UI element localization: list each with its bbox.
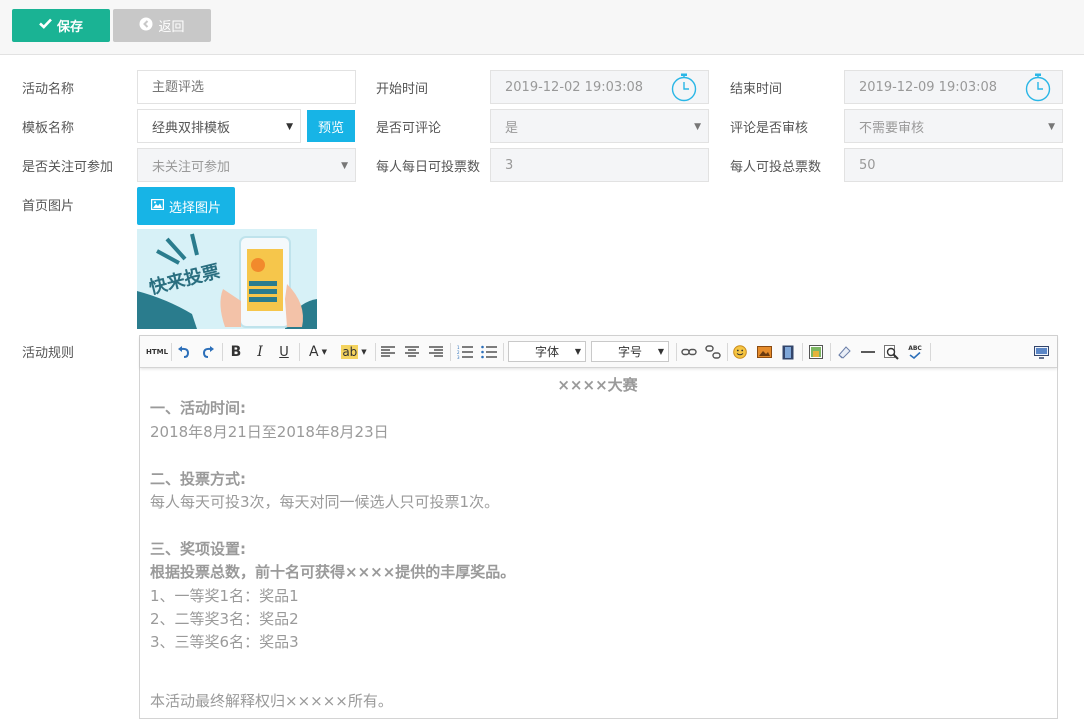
font-family-dropdown[interactable]: 字体 ▼	[508, 341, 586, 362]
allow-comment-label: 是否可评论	[376, 121, 442, 136]
stopwatch-icon[interactable]	[670, 72, 698, 102]
html-source-button[interactable]: HTML	[146, 343, 168, 361]
font-color-button[interactable]: A ▼	[305, 343, 331, 361]
section2-text: 每人每天可投3次，每天对同一候选人只可投票1次。	[150, 493, 500, 512]
total-votes-input[interactable]: 50	[844, 148, 1063, 182]
cover-image-preview: 快来投票	[137, 229, 317, 329]
preview-button[interactable]: 预览	[307, 110, 355, 142]
caret-down-icon: ▼	[694, 122, 701, 132]
redo-icon[interactable]	[199, 343, 217, 361]
comment-review-value: 不需要审核	[859, 120, 925, 136]
daily-votes-label: 每人每日可投票数	[376, 160, 481, 175]
section1-heading: 一、活动时间:	[150, 399, 246, 418]
activity-name-label: 活动名称	[22, 82, 75, 97]
insert-image-icon[interactable]	[756, 343, 772, 361]
caret-down-icon: ▼	[657, 347, 664, 356]
end-time-label: 结束时间	[730, 82, 783, 97]
daily-votes-input[interactable]: 3	[490, 148, 709, 182]
cover-image-label: 首页图片	[22, 199, 75, 214]
spellcheck-icon[interactable]: ABC	[907, 343, 923, 361]
comment-review-select[interactable]: 不需要审核 ▼	[844, 109, 1063, 143]
start-time-value: 2019-12-02 19:03:08	[505, 79, 644, 95]
end-time-value: 2019-12-09 19:03:08	[859, 79, 998, 95]
ordered-list-icon[interactable]: 123	[456, 343, 474, 361]
caret-down-icon: ▼	[341, 161, 348, 171]
font-size-label: 字号	[617, 345, 642, 359]
rules-label: 活动规则	[22, 346, 75, 361]
fullscreen-icon[interactable]	[1032, 343, 1050, 361]
prize-item: 2、二等奖3名：奖品2	[150, 610, 299, 629]
save-button-label: 保存	[56, 20, 83, 35]
align-left-icon[interactable]	[380, 343, 396, 361]
stopwatch-icon[interactable]	[1024, 72, 1052, 102]
follow-required-label: 是否关注可参加	[22, 160, 114, 175]
end-time-field[interactable]: 2019-12-09 19:03:08	[844, 70, 1063, 104]
section1-text: 2018年8月21日至2018年8月23日	[150, 422, 389, 441]
prize-item: 3、三等奖6名：奖品3	[150, 633, 299, 652]
search-replace-icon[interactable]	[883, 343, 899, 361]
check-icon	[39, 18, 52, 33]
insert-table-icon[interactable]	[808, 343, 824, 361]
allow-comment-value: 是	[505, 120, 519, 136]
rich-text-editor[interactable]: HTML B I U A ▼ ab ▼ 123 字体 ▼ 字号 ▼ ABC ××…	[139, 335, 1058, 719]
follow-required-value: 未关注可参加	[152, 159, 231, 175]
bold-button[interactable]: B	[228, 343, 244, 361]
back-button-label: 返回	[158, 20, 185, 35]
unlink-icon[interactable]	[704, 343, 722, 361]
highlight-color-icon[interactable]: ab ▼	[339, 343, 369, 361]
svg-text:3: 3	[457, 355, 460, 359]
insert-video-icon[interactable]	[780, 343, 796, 361]
caret-down-icon: ▼	[286, 122, 293, 132]
follow-required-select[interactable]: 未关注可参加 ▼	[137, 148, 356, 182]
start-time-field[interactable]: 2019-12-02 19:03:08	[490, 70, 709, 104]
choose-image-label: 选择图片	[168, 200, 221, 216]
horizontal-rule-icon[interactable]	[860, 343, 876, 361]
italic-button[interactable]: I	[252, 343, 268, 361]
editor-content[interactable]: ××××大赛 一、活动时间: 2018年8月21日至2018年8月23日 二、投…	[150, 374, 1045, 714]
template-label: 模板名称	[22, 121, 75, 136]
total-votes-label: 每人可投总票数	[730, 160, 822, 175]
unordered-list-icon[interactable]	[480, 343, 498, 361]
choose-image-button[interactable]: 选择图片	[137, 187, 235, 225]
eraser-icon[interactable]	[836, 343, 852, 361]
align-center-icon[interactable]	[404, 343, 420, 361]
activity-name-input[interactable]	[137, 70, 356, 104]
top-bar: 保存 返回	[0, 0, 1084, 55]
template-select[interactable]: 经典双排模板 ▼	[137, 109, 301, 143]
emoticon-icon[interactable]	[732, 343, 748, 361]
section3-bold-text: 根据投票总数，前十名可获得××××提供的丰厚奖品。	[150, 563, 516, 582]
save-button[interactable]: 保存	[12, 9, 110, 42]
editor-toolbar: HTML B I U A ▼ ab ▼ 123 字体 ▼ 字号 ▼ ABC	[140, 336, 1057, 368]
allow-comment-select[interactable]: 是 ▼	[490, 109, 709, 143]
section2-heading: 二、投票方式:	[150, 469, 246, 488]
align-right-icon[interactable]	[428, 343, 444, 361]
prize-item: 1、一等奖1名：奖品1	[150, 586, 299, 605]
undo-icon[interactable]	[175, 343, 193, 361]
rules-title: ××××大赛	[557, 376, 638, 394]
section3-heading: 三、奖项设置:	[150, 539, 246, 558]
comment-review-label: 评论是否审核	[730, 121, 809, 136]
font-size-dropdown[interactable]: 字号 ▼	[591, 341, 669, 362]
back-button[interactable]: 返回	[113, 9, 211, 42]
arrow-left-circle-icon	[139, 17, 153, 35]
font-family-label: 字体	[534, 345, 559, 359]
image-icon	[150, 198, 164, 214]
underline-button[interactable]: U	[275, 343, 293, 361]
link-icon[interactable]	[680, 343, 698, 361]
total-votes-value: 50	[859, 157, 876, 173]
template-value: 经典双排模板	[152, 120, 231, 136]
start-time-label: 开始时间	[376, 82, 429, 97]
daily-votes-value: 3	[505, 157, 514, 173]
caret-down-icon: ▼	[1048, 122, 1055, 132]
rules-footer: 本活动最终解释权归×××××所有。	[150, 692, 393, 711]
caret-down-icon: ▼	[574, 347, 581, 356]
